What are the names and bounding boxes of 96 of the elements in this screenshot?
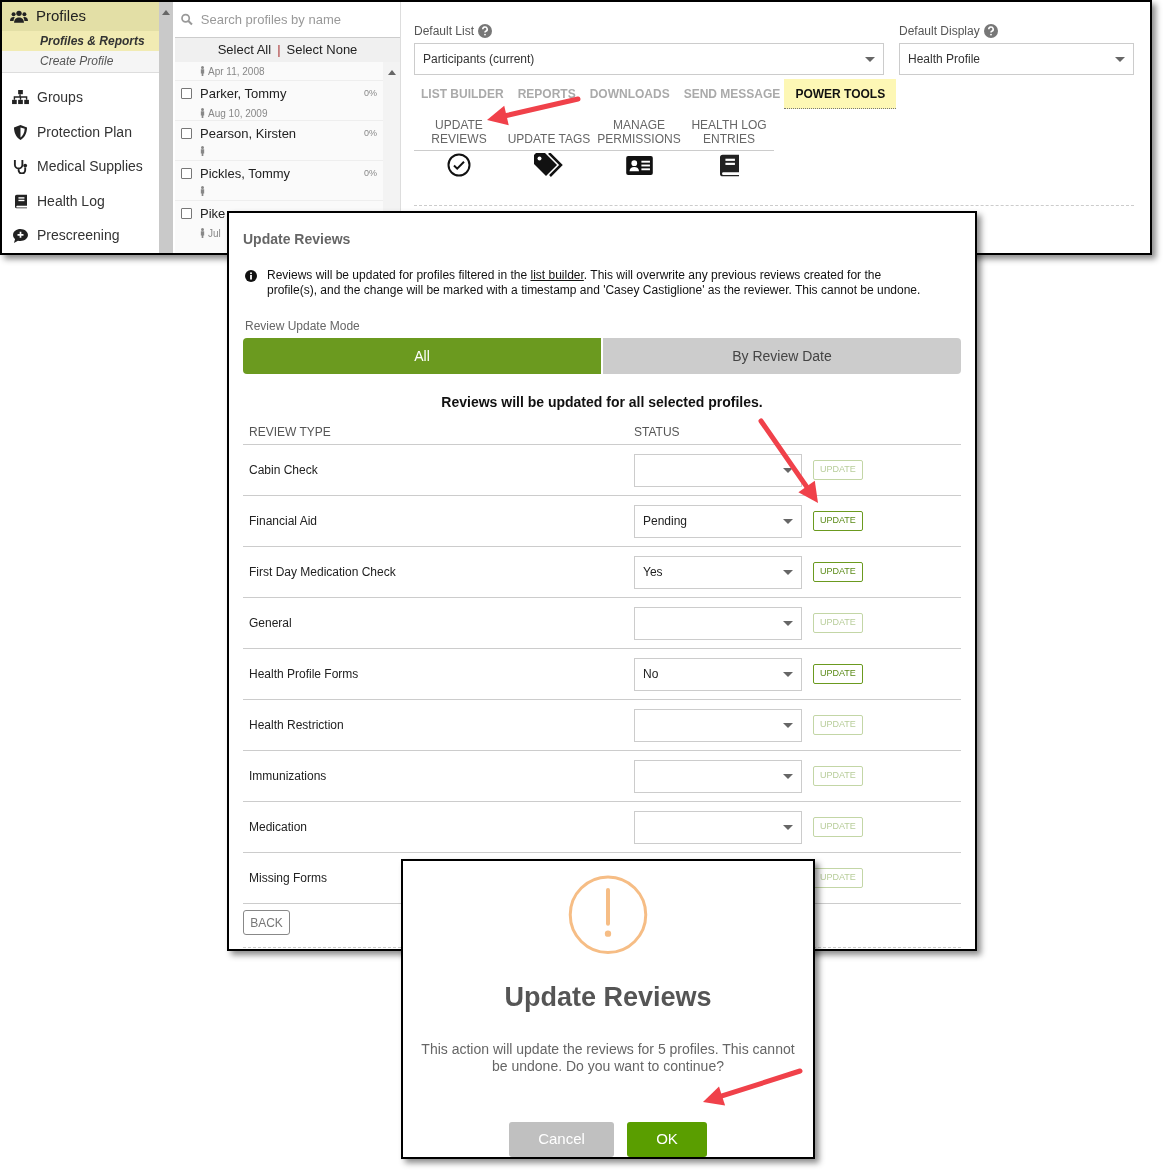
profile-name[interactable]: Pike bbox=[200, 204, 226, 224]
shield-icon bbox=[14, 124, 27, 140]
select-all-link[interactable]: Select All bbox=[217, 40, 272, 60]
mode-toggle[interactable]: All bbox=[243, 338, 601, 374]
review-type: Medication bbox=[248, 819, 309, 836]
book-icon bbox=[14, 193, 27, 209]
scrollbar[interactable] bbox=[159, 2, 173, 253]
list-builder-link[interactable]: list builder bbox=[530, 268, 584, 282]
chat-bubble-icon bbox=[13, 228, 28, 243]
sidebar-item[interactable]: Health Log bbox=[37, 190, 105, 212]
percent-label: 0% bbox=[364, 87, 377, 100]
caret-icon bbox=[783, 671, 793, 677]
stethoscope-icon bbox=[13, 159, 28, 175]
column-header: REVIEW TYPE bbox=[248, 423, 332, 441]
update-button[interactable]: UPDATE bbox=[813, 562, 863, 582]
sidebar-item[interactable]: Groups bbox=[37, 87, 83, 109]
profile-name[interactable]: Pickles, Tommy bbox=[200, 164, 291, 184]
dialog-title: Update Reviews bbox=[504, 980, 712, 1014]
sidebar-subitem[interactable]: Create Profile bbox=[2, 51, 159, 72]
person-icon bbox=[200, 66, 205, 76]
caret-icon bbox=[783, 722, 793, 728]
caret-icon bbox=[1115, 56, 1125, 62]
field-label: Default Display bbox=[899, 23, 980, 40]
review-type: General bbox=[248, 615, 293, 632]
tool-label[interactable]: MANAGE PERMISSIONS bbox=[594, 117, 684, 151]
update-button[interactable]: UPDATE bbox=[813, 664, 863, 684]
percent-label: 0% bbox=[364, 127, 377, 140]
person-icon bbox=[200, 145, 205, 156]
field-label: Default List bbox=[414, 23, 475, 40]
panel-title: Update Reviews bbox=[243, 230, 352, 249]
checkbox[interactable] bbox=[181, 88, 192, 100]
dropdown[interactable]: Participants (current) bbox=[414, 43, 884, 75]
back-button[interactable]: BACK bbox=[243, 910, 290, 935]
status-dropdown[interactable]: No bbox=[634, 657, 802, 691]
sidebar-item[interactable]: Medical Supplies bbox=[37, 156, 143, 178]
status-dropdown[interactable]: Pending bbox=[634, 504, 802, 538]
sidebar-subitem[interactable]: Profiles & Reports bbox=[2, 31, 159, 52]
warning-icon bbox=[568, 875, 648, 955]
help-icon[interactable] bbox=[478, 24, 493, 38]
tool-label[interactable]: HEALTH LOG ENTRIES bbox=[684, 117, 774, 151]
status-dropdown[interactable] bbox=[634, 453, 802, 487]
checkbox[interactable] bbox=[181, 128, 192, 140]
update-button[interactable]: UPDATE bbox=[813, 511, 863, 531]
review-type: Missing Forms bbox=[248, 870, 328, 887]
review-type: Financial Aid bbox=[248, 513, 319, 530]
caret-icon bbox=[783, 518, 793, 524]
field-label: Review Update Mode bbox=[244, 318, 361, 335]
caret-icon bbox=[783, 467, 793, 473]
select-none-link[interactable]: Select None bbox=[286, 40, 358, 60]
help-icon[interactable] bbox=[983, 24, 998, 38]
message-text: Reviews will be updated for all selected profiles. bbox=[440, 393, 764, 412]
caret-icon bbox=[783, 620, 793, 626]
column-header: STATUS bbox=[634, 423, 680, 441]
percent-label: 0% bbox=[364, 167, 377, 180]
birth-date: Aug 10, 2009 bbox=[208, 106, 268, 121]
review-type: Health Profile Forms bbox=[248, 666, 360, 683]
search-field[interactable]: Search profiles by name bbox=[200, 9, 394, 30]
checkbox[interactable] bbox=[181, 168, 192, 180]
search-icon bbox=[181, 13, 193, 26]
dropdown[interactable]: Health Profile bbox=[899, 43, 1134, 75]
checkbox[interactable] bbox=[181, 208, 192, 220]
scrollbar[interactable] bbox=[383, 62, 400, 211]
dialog-message: This action will update the reviews for 5 profiles. This cannot be undone. Do you want to continue? bbox=[420, 1041, 796, 1075]
tab[interactable]: POWER TOOLS bbox=[784, 79, 897, 109]
scroll-up-icon[interactable] bbox=[162, 10, 170, 15]
review-type: Health Restriction bbox=[248, 717, 345, 734]
info-text: Reviews will be updated for profiles filtered in the list builder. This will overwrite any previous reviews created for the profile(s), and the change will be marked with a timestamp and 'Casey Castiglione' as the reviewer. This cannot be undone. bbox=[267, 268, 922, 298]
caret-icon bbox=[783, 569, 793, 575]
review-type: Cabin Check bbox=[248, 462, 319, 479]
sidebar-item[interactable]: Protection Plan bbox=[37, 121, 132, 143]
birth-date: Apr 11, 2008 bbox=[208, 64, 265, 79]
scroll-up-icon[interactable] bbox=[388, 70, 396, 75]
profile-name[interactable]: Pearson, Kirsten bbox=[200, 124, 297, 144]
review-type: First Day Medication Check bbox=[248, 564, 397, 581]
person-icon bbox=[200, 228, 205, 238]
caret-icon bbox=[783, 824, 793, 830]
caret-icon bbox=[783, 773, 793, 779]
person-icon bbox=[200, 108, 205, 118]
users-icon bbox=[10, 10, 28, 24]
info-icon bbox=[245, 270, 257, 282]
check-circle-icon[interactable] bbox=[447, 153, 471, 177]
review-type: Immunizations bbox=[248, 768, 328, 785]
book-icon[interactable] bbox=[719, 153, 739, 177]
mode-toggle[interactable]: By Review Date bbox=[603, 338, 961, 374]
sidebar-header[interactable]: Profiles bbox=[2, 2, 159, 32]
status-dropdown[interactable]: Yes bbox=[634, 555, 802, 589]
ok-button[interactable]: OK bbox=[627, 1122, 707, 1157]
sitemap-icon bbox=[12, 90, 29, 106]
separator: | bbox=[277, 41, 281, 60]
birth-date: Jul bbox=[208, 226, 221, 241]
person-icon bbox=[200, 185, 205, 196]
tags-icon[interactable] bbox=[534, 153, 564, 177]
caret-icon bbox=[865, 56, 875, 62]
id-card-icon[interactable] bbox=[625, 155, 653, 175]
profile-name[interactable]: Parker, Tommy bbox=[200, 84, 287, 104]
sidebar-item[interactable]: Prescreening bbox=[37, 225, 120, 247]
